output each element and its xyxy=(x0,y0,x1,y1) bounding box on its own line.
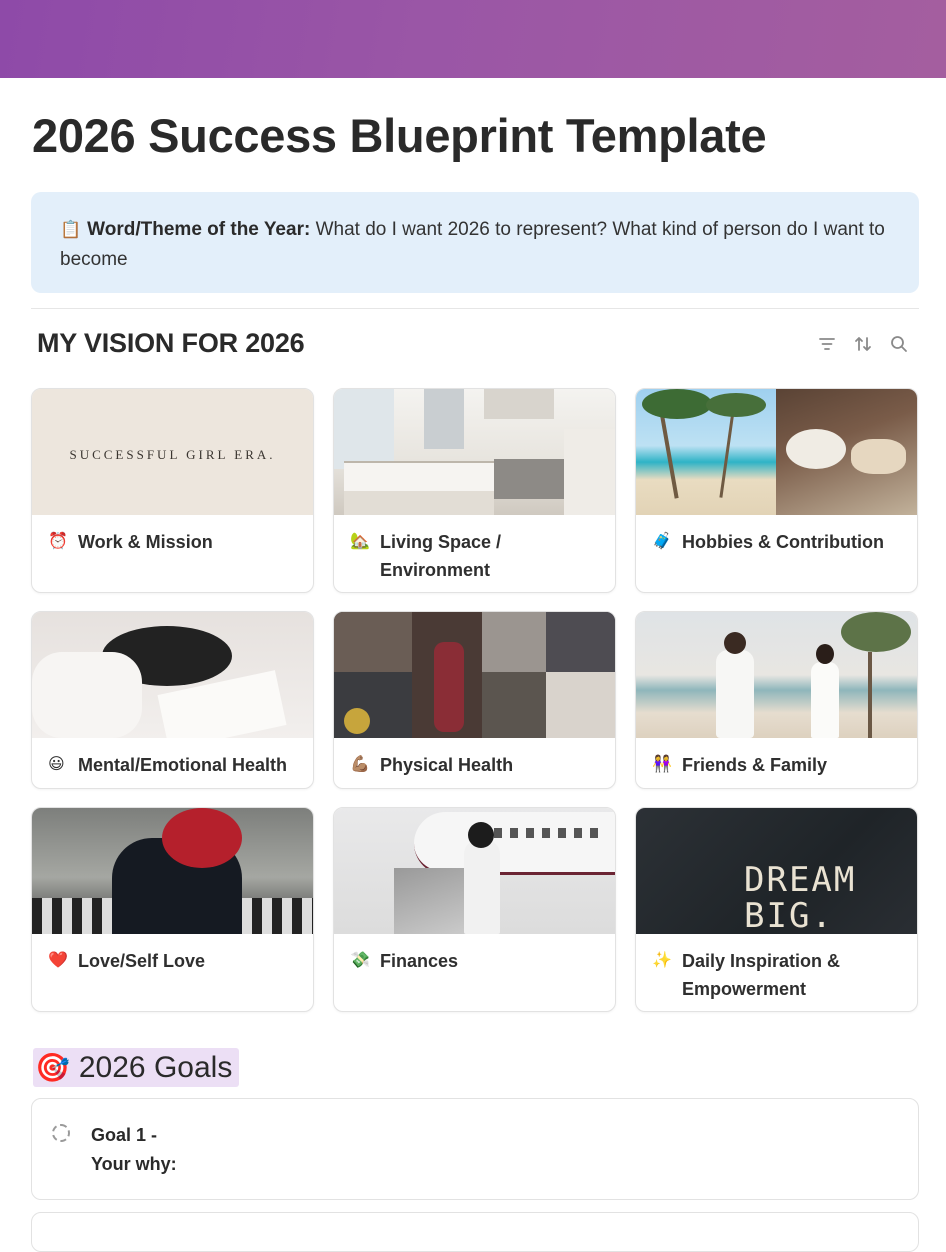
card-label: Mental/Emotional Health xyxy=(78,755,288,775)
two-women-icon: 👭 xyxy=(652,756,672,773)
card-cover-image xyxy=(32,808,313,934)
card-label: Living Space / Environment xyxy=(380,532,502,580)
goals-heading: 🎯 2026 Goals xyxy=(33,1048,239,1087)
card-cover-image xyxy=(636,389,917,515)
clipboard-icon: 📋 xyxy=(60,220,82,239)
card-label: Finances xyxy=(380,951,459,971)
goal-card-next[interactable] xyxy=(31,1212,919,1252)
goal-title: Goal 1 - xyxy=(91,1125,158,1145)
heart-icon: ❤️ xyxy=(48,952,68,969)
status-circle-icon[interactable] xyxy=(52,1124,70,1142)
flexed-biceps-icon: 💪🏽 xyxy=(350,756,370,773)
goal-why: Your why: xyxy=(91,1154,177,1174)
card-cover-image xyxy=(334,808,615,934)
card-cover-image: DREAM BIG. xyxy=(636,808,917,934)
house-icon: 🏡 xyxy=(350,533,370,550)
card-cover-image xyxy=(334,389,615,515)
cover-text: SUCCESSFUL GIRL ERA. xyxy=(69,447,276,462)
filter-icon[interactable] xyxy=(816,333,838,355)
card-label: Friends & Family xyxy=(682,755,828,775)
search-icon[interactable] xyxy=(888,333,910,355)
luggage-icon: 🧳 xyxy=(652,533,672,550)
cover-text: DREAM BIG. xyxy=(744,860,857,934)
goals-title: 2026 Goals xyxy=(78,1050,233,1084)
page-cover-banner xyxy=(0,0,946,78)
card-label: Work & Mission xyxy=(78,532,213,552)
goal-card[interactable]: Goal 1 - Your why: xyxy=(31,1098,919,1200)
card-label: Hobbies & Contribution xyxy=(682,532,884,552)
smiley-face-icon: 😃 xyxy=(48,756,65,773)
alarm-clock-icon: ⏰ xyxy=(48,533,68,550)
vision-card-finances[interactable]: 💸 Finances xyxy=(333,807,616,1012)
divider xyxy=(31,308,919,309)
vision-card-friends-family[interactable]: 👭 Friends & Family xyxy=(635,611,918,789)
vision-card-hobbies[interactable]: 🧳 Hobbies & Contribution xyxy=(635,388,918,593)
card-label: Love/Self Love xyxy=(78,951,206,971)
card-cover-image xyxy=(636,612,917,738)
goal-text: Goal 1 - Your why: xyxy=(91,1121,177,1179)
theme-callout: 📋 Word/Theme of the Year: What do I want … xyxy=(31,192,919,293)
sort-icon[interactable] xyxy=(852,333,874,355)
callout-bold-label: Word/Theme of the Year: xyxy=(87,219,311,240)
page-title: 2026 Success Blueprint Template xyxy=(32,109,767,162)
vision-card-daily-inspiration[interactable]: DREAM BIG. ✨ Daily Inspiration & Empowerm… xyxy=(635,807,918,1012)
vision-card-work-mission[interactable]: SUCCESSFUL GIRL ERA. ⏰ Work & Mission xyxy=(31,388,314,593)
card-label: Daily Inspiration & Empowerment xyxy=(682,951,841,999)
vision-card-love[interactable]: ❤️ Love/Self Love xyxy=(31,807,314,1012)
gallery-toolbar xyxy=(816,333,916,355)
card-label: Physical Health xyxy=(380,755,514,775)
vision-section-title: MY VISION FOR 2026 xyxy=(37,328,305,358)
card-cover-image xyxy=(334,612,615,738)
sparkles-icon: ✨ xyxy=(652,952,672,969)
money-with-wings-icon: 💸 xyxy=(350,952,370,969)
vision-card-physical-health[interactable]: 💪🏽 Physical Health xyxy=(333,611,616,789)
card-cover-image xyxy=(32,612,313,738)
target-icon: 🎯 xyxy=(35,1052,70,1083)
vision-card-living-space[interactable]: 🏡 Living Space / Environment xyxy=(333,388,616,593)
card-cover-image: SUCCESSFUL GIRL ERA. xyxy=(32,389,313,515)
vision-card-mental-health[interactable]: 😃 Mental/Emotional Health xyxy=(31,611,314,789)
